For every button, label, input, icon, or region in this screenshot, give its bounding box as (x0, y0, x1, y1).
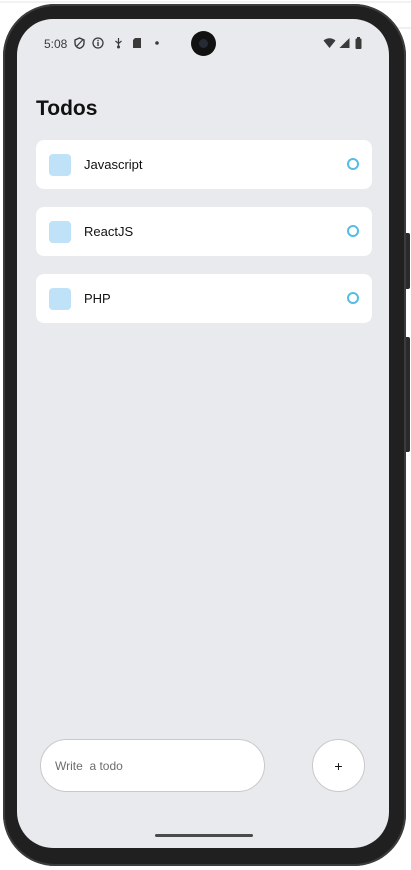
todo-checkbox[interactable] (49, 288, 71, 310)
todo-item[interactable]: Javascript (36, 140, 372, 189)
todo-label: Javascript (84, 157, 143, 172)
volume-button (406, 337, 410, 452)
battery-icon (355, 37, 362, 49)
add-button-label: + (334, 757, 343, 774)
front-camera (191, 31, 216, 56)
home-indicator[interactable] (155, 834, 253, 837)
todo-item[interactable]: PHP (36, 274, 372, 323)
status-time: 5:08 (44, 37, 68, 51)
todo-label: PHP (84, 291, 111, 306)
todo-status-circle-icon[interactable] (347, 292, 359, 304)
usb-debug-icon (115, 38, 122, 49)
todo-input-container (40, 739, 265, 792)
add-todo-button[interactable]: + (312, 739, 365, 792)
signal-icon (339, 38, 350, 48)
todo-input[interactable] (55, 756, 245, 776)
todo-checkbox[interactable] (49, 221, 71, 243)
power-button (406, 233, 410, 289)
status-bar: 5:08 (17, 19, 389, 69)
sd-card-icon (133, 38, 141, 48)
shield-icon (74, 37, 85, 49)
wifi-icon (323, 38, 336, 48)
app-screen: 5:08 Todos Javascript ReactJS PHP Write … (17, 19, 389, 848)
info-icon (92, 37, 104, 49)
todo-item[interactable]: ReactJS (36, 207, 372, 256)
todo-label: ReactJS (84, 224, 134, 239)
notification-dot-icon (155, 41, 159, 45)
todo-checkbox[interactable] (49, 154, 71, 176)
page-title: Todos (36, 97, 98, 120)
todo-status-circle-icon[interactable] (347, 225, 359, 237)
todo-status-circle-icon[interactable] (347, 158, 359, 170)
